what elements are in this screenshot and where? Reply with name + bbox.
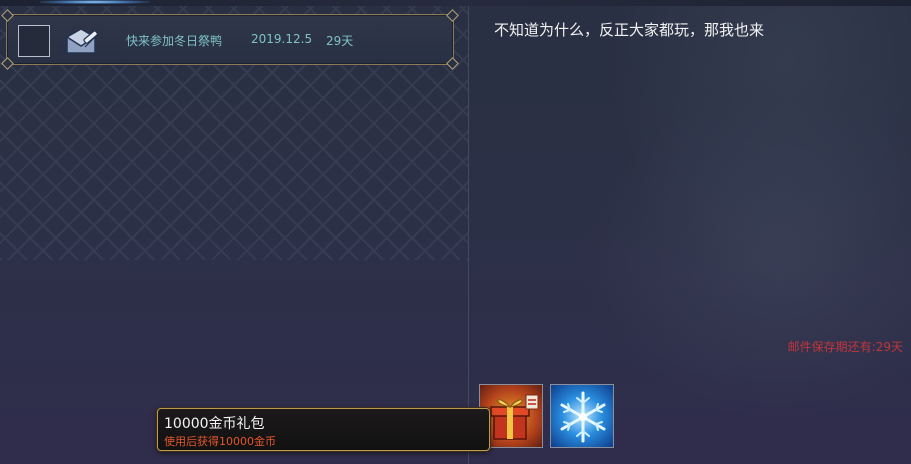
mail-letter-icon [65, 27, 101, 55]
tab-highlight [40, 0, 150, 4]
item-tooltip: 10000金币礼包 使用后获得10000金币 [157, 408, 490, 451]
tooltip-description: 使用后获得10000金币 [164, 435, 276, 448]
mail-date: 2019.12.5 [251, 32, 313, 46]
snowflake-icon [560, 391, 606, 443]
mail-screen: 快来参加冬日祭鸭 2019.12.5 29天 不知道为什么，反正大家都玩，那我也… [0, 0, 911, 464]
mail-body-text: 不知道为什么，反正大家都玩，那我也来 [494, 21, 765, 39]
tooltip-title: 10000金币礼包 [164, 416, 265, 432]
mail-select-checkbox[interactable] [18, 25, 50, 57]
pane-divider [468, 6, 469, 464]
attachment-snowflake[interactable] [550, 384, 614, 448]
mail-subject: 快来参加冬日祭鸭 [126, 34, 223, 48]
mail-list-item[interactable]: 快来参加冬日祭鸭 2019.12.5 29天 [1, 9, 459, 70]
mail-days-left: 29天 [326, 34, 354, 48]
mail-expiry-text: 邮件保存期还有:29天 [787, 340, 903, 354]
